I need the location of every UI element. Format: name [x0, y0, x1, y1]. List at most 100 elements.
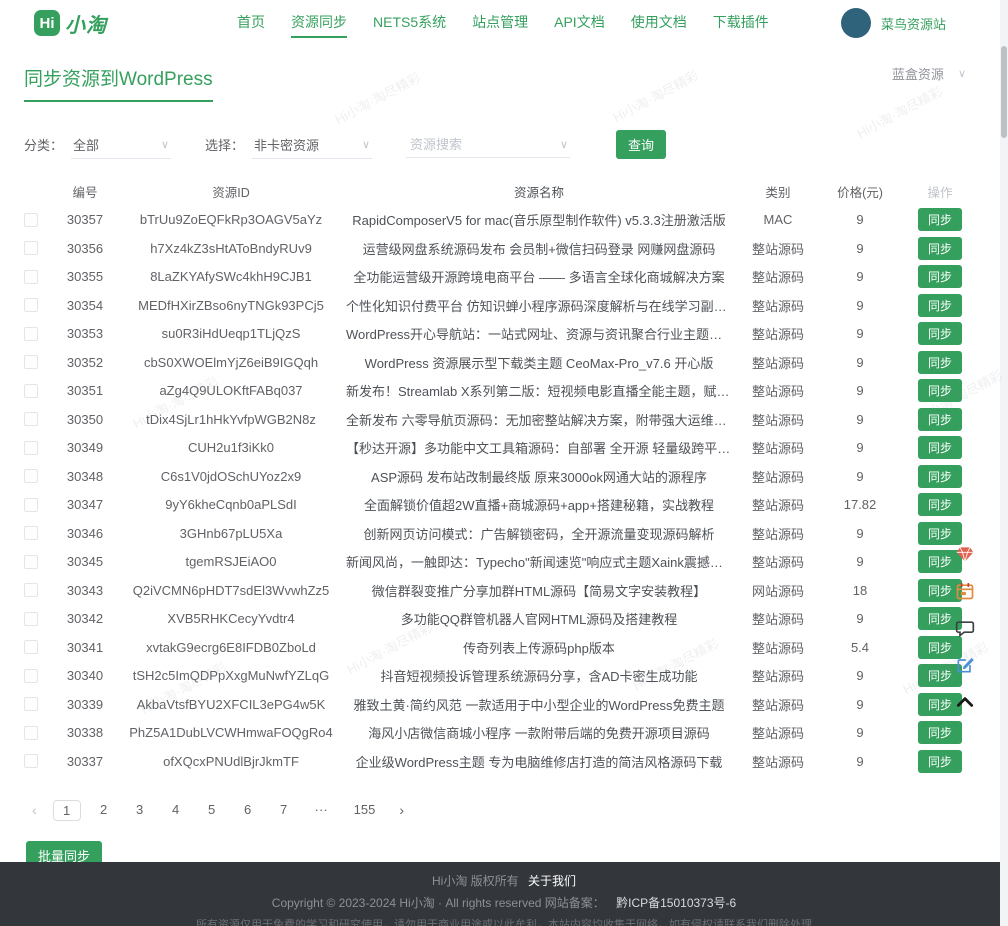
- resource-category: MAC: [732, 212, 824, 227]
- back-to-top-icon[interactable]: [954, 691, 976, 713]
- avatar[interactable]: [841, 8, 871, 38]
- page-number[interactable]: ···: [307, 800, 336, 821]
- row-checkbox[interactable]: [24, 697, 38, 711]
- sync-button[interactable]: 同步: [918, 522, 962, 545]
- nav-item[interactable]: 资源同步: [291, 8, 347, 38]
- row-number: 30346: [54, 526, 116, 541]
- page-number[interactable]: 5: [199, 800, 225, 821]
- source-select[interactable]: 蓝盒资源 ∨: [892, 64, 966, 83]
- row-checkbox[interactable]: [24, 469, 38, 483]
- prev-page-button[interactable]: ‹: [26, 800, 43, 820]
- sync-button[interactable]: 同步: [918, 379, 962, 402]
- header-no: 编号: [54, 182, 116, 201]
- sync-button[interactable]: 同步: [918, 208, 962, 231]
- row-checkbox[interactable]: [24, 441, 38, 455]
- page-number[interactable]: 2: [91, 800, 117, 821]
- row-checkbox[interactable]: [24, 612, 38, 626]
- query-button[interactable]: 查询: [616, 130, 666, 159]
- footer: Hi小淘 版权所有 关于我们 Copyright © 2023-2024 Hi小…: [0, 862, 1008, 926]
- sync-button[interactable]: 同步: [918, 265, 962, 288]
- calendar-icon[interactable]: [954, 580, 976, 602]
- resource-price: 9: [824, 383, 896, 398]
- sync-button[interactable]: 同步: [918, 408, 962, 431]
- resource-name: RapidComposerV5 for mac(音乐原型制作软件) v5.3.3…: [346, 210, 732, 229]
- row-checkbox[interactable]: [24, 726, 38, 740]
- pagination: ‹ 1 2 3 4 5 6 7 ···: [26, 800, 984, 821]
- resource-price: 9: [824, 412, 896, 427]
- nav-item[interactable]: 使用文档: [631, 8, 687, 38]
- page-number[interactable]: 7: [271, 800, 297, 821]
- resource-id: su0R3iHdUeqp1TLjQzS: [116, 326, 346, 341]
- sync-button[interactable]: 同步: [918, 750, 962, 773]
- row-checkbox[interactable]: [24, 355, 38, 369]
- page-number[interactable]: 155: [346, 800, 384, 821]
- footer-icp-link[interactable]: 黔ICP备15010373号-6: [616, 896, 736, 910]
- page-title: 同步资源到WordPress: [24, 64, 213, 102]
- nav-item[interactable]: 首页: [237, 8, 265, 38]
- nav-item[interactable]: 下载插件: [713, 8, 769, 38]
- row-checkbox[interactable]: [24, 384, 38, 398]
- sync-button[interactable]: 同步: [918, 322, 962, 345]
- gem-icon[interactable]: [954, 543, 976, 565]
- table-row: 30351 aZg4Q9ULOKftFABq037 新发布！Streamlab …: [24, 377, 984, 406]
- resource-name: 微信群裂变推广分享加群HTML源码【简易文字安装教程】: [346, 581, 732, 600]
- sync-button[interactable]: 同步: [918, 237, 962, 260]
- nav-item[interactable]: API文档: [554, 8, 605, 38]
- page-number[interactable]: 1: [53, 800, 81, 821]
- scrollbar-thumb[interactable]: [1001, 46, 1007, 138]
- resource-id: tgemRSJEiAO0: [116, 554, 346, 569]
- sync-button[interactable]: 同步: [918, 721, 962, 744]
- row-checkbox[interactable]: [24, 526, 38, 540]
- header-name: 资源名称: [346, 182, 732, 201]
- row-checkbox[interactable]: [24, 555, 38, 569]
- search-input[interactable]: [408, 136, 532, 153]
- page-number[interactable]: 3: [127, 800, 153, 821]
- sync-button[interactable]: 同步: [918, 493, 962, 516]
- row-checkbox[interactable]: [24, 241, 38, 255]
- row-checkbox[interactable]: [24, 327, 38, 341]
- next-page-button[interactable]: ›: [393, 800, 410, 820]
- site-logo[interactable]: Hi 小淘: [34, 9, 107, 38]
- resource-table: 编号 资源ID 资源名称 类别 价格(元) 操作 30357 bTrUu9ZoE…: [24, 177, 984, 776]
- resource-category: 整站源码: [732, 723, 824, 742]
- resource-price: 9: [824, 754, 896, 769]
- resource-name: 新发布！Streamlab X系列第二版：短视频电影直播全能主题，赋能苹果CMS: [346, 381, 732, 400]
- row-number: 30345: [54, 554, 116, 569]
- row-checkbox[interactable]: [24, 754, 38, 768]
- resource-id: MEDfHXirZBso6nyTNGk93PCj5: [116, 298, 346, 313]
- nav-item[interactable]: NETS5系统: [373, 8, 446, 38]
- chat-icon[interactable]: [954, 617, 976, 639]
- row-checkbox[interactable]: [24, 270, 38, 284]
- scrollbar-track[interactable]: [1000, 0, 1008, 926]
- nav-item[interactable]: 站点管理: [472, 8, 528, 38]
- category-select[interactable]: 全部 ∨: [71, 131, 171, 159]
- footer-disclaimer: 所有资源仅用于免费的学习和研究使用，请勿用于商业用途或以此牟利，本站内容均收集于…: [0, 916, 1008, 926]
- row-checkbox[interactable]: [24, 412, 38, 426]
- type-select[interactable]: 非卡密资源 ∨: [252, 131, 372, 159]
- sync-button[interactable]: 同步: [918, 351, 962, 374]
- footer-about-link[interactable]: 关于我们: [528, 874, 576, 888]
- row-checkbox[interactable]: [24, 583, 38, 597]
- resource-category: 整站源码: [732, 296, 824, 315]
- row-checkbox[interactable]: [24, 669, 38, 683]
- row-checkbox[interactable]: [24, 213, 38, 227]
- table-row: 30337 ofXQcxPNUdlBjrJkmTF 企业级WordPress主题…: [24, 747, 984, 776]
- row-number: 30357: [54, 212, 116, 227]
- username[interactable]: 菜鸟资源站: [881, 14, 946, 33]
- row-checkbox[interactable]: [24, 640, 38, 654]
- row-checkbox[interactable]: [24, 498, 38, 512]
- sync-button[interactable]: 同步: [918, 436, 962, 459]
- row-number: 30340: [54, 668, 116, 683]
- resource-id: xvtakG9ecrg6E8IFDB0ZboLd: [116, 640, 346, 655]
- edit-icon[interactable]: [954, 654, 976, 676]
- row-checkbox[interactable]: [24, 298, 38, 312]
- chevron-down-icon: ∨: [560, 138, 568, 151]
- resource-category: 整站源码: [732, 467, 824, 486]
- sync-button[interactable]: 同步: [918, 294, 962, 317]
- page-number[interactable]: 6: [235, 800, 261, 821]
- resource-category: 整站源码: [732, 695, 824, 714]
- page-number[interactable]: 4: [163, 800, 189, 821]
- resource-price: 5.4: [824, 640, 896, 655]
- resource-category: 整站源码: [732, 552, 824, 571]
- sync-button[interactable]: 同步: [918, 465, 962, 488]
